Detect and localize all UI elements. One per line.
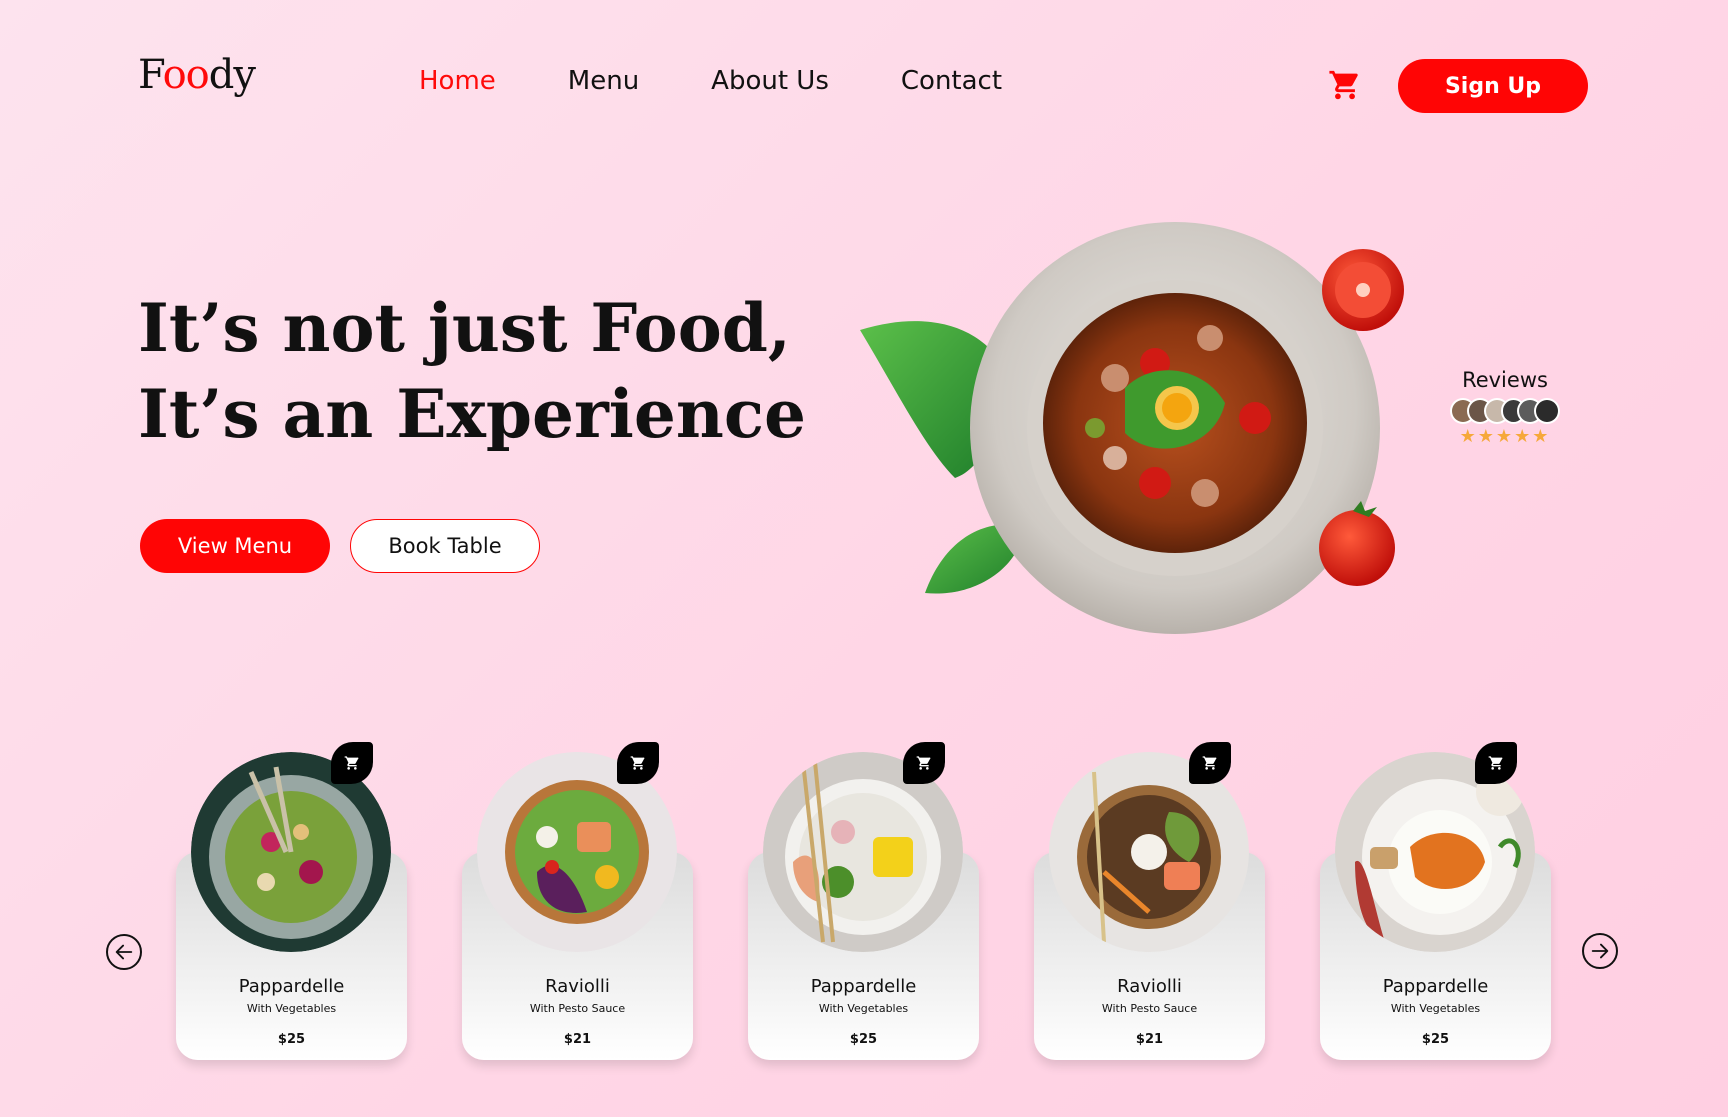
dish-image — [191, 752, 391, 952]
carousel-prev-button[interactable] — [106, 934, 142, 970]
hero-title: It’s not just Food, It’s an Experience — [138, 285, 806, 457]
product-subtitle: With Vegetables — [246, 1002, 337, 1015]
cart-icon — [1202, 756, 1217, 770]
hero-title-line-2: It’s an Experience — [138, 375, 806, 453]
carousel-next-button[interactable] — [1582, 933, 1618, 969]
product-price: $21 — [563, 1032, 592, 1047]
add-to-cart-button[interactable] — [1475, 742, 1517, 784]
arrow-right-icon — [1591, 943, 1609, 959]
arrow-left-icon — [115, 944, 133, 960]
product-card[interactable]: Pappardelle With Vegetables $25 — [1320, 742, 1551, 1060]
nav-contact-link[interactable]: Contact — [901, 66, 1002, 96]
product-subtitle: With Vegetables — [818, 1002, 909, 1015]
dish-image — [477, 752, 677, 952]
cart-icon — [630, 756, 645, 770]
reviews-label: Reviews — [1462, 368, 1548, 392]
product-name: Raviolli — [1117, 976, 1182, 997]
add-to-cart-button[interactable] — [1189, 742, 1231, 784]
product-subtitle: With Pesto Sauce — [529, 1002, 626, 1015]
view-menu-button[interactable]: View Menu — [140, 519, 330, 573]
product-card[interactable]: Raviolli With Pesto Sauce $21 — [462, 742, 693, 1060]
dish-image — [763, 752, 963, 952]
product-name: Raviolli — [545, 976, 610, 997]
nav-menu-link[interactable]: Menu — [568, 66, 639, 96]
product-price: $25 — [849, 1032, 878, 1047]
main-nav: Home Menu About Us Contact — [419, 66, 1002, 96]
add-to-cart-button[interactable] — [617, 742, 659, 784]
cart-icon — [916, 756, 931, 770]
product-name: Pappardelle — [238, 976, 345, 997]
logo-letter-f: F — [138, 52, 164, 98]
reviews-widget[interactable]: Reviews ★★★★★ — [1450, 368, 1560, 447]
brand-logo[interactable]: Foody — [138, 52, 256, 98]
tomato-shape — [1319, 510, 1395, 586]
dish-image — [1049, 752, 1249, 952]
avatar — [1534, 398, 1560, 424]
add-to-cart-button[interactable] — [331, 742, 373, 784]
cart-icon — [1488, 756, 1503, 770]
nav-about-link[interactable]: About Us — [711, 66, 829, 96]
hero-title-line-1: It’s not just Food, — [138, 289, 791, 367]
product-card[interactable]: Raviolli With Pesto Sauce $21 — [1034, 742, 1265, 1060]
logo-letters-dy: dy — [208, 52, 256, 98]
dish-image — [1335, 752, 1535, 952]
product-name: Pappardelle — [810, 976, 917, 997]
product-price: $21 — [1135, 1032, 1164, 1047]
product-subtitle: With Vegetables — [1390, 1002, 1481, 1015]
hero-soup-bowl-image — [860, 222, 1404, 634]
product-price: $25 — [277, 1032, 306, 1047]
sign-up-button[interactable]: Sign Up — [1398, 59, 1588, 113]
product-name: Pappardelle — [1382, 976, 1489, 997]
cart-icon — [344, 756, 359, 770]
product-card[interactable]: Pappardelle With Vegetables $25 — [176, 742, 407, 1060]
add-to-cart-button[interactable] — [903, 742, 945, 784]
product-carousel: Pappardelle With Vegetables $25 Raviolli… — [176, 742, 1551, 1060]
product-price: $25 — [1421, 1032, 1450, 1047]
logo-letters-oo: oo — [162, 52, 210, 98]
nav-home-link[interactable]: Home — [419, 66, 496, 96]
book-table-button[interactable]: Book Table — [350, 519, 540, 573]
rating-stars: ★★★★★ — [1459, 426, 1551, 447]
product-subtitle: With Pesto Sauce — [1101, 1002, 1198, 1015]
product-card[interactable]: Pappardelle With Vegetables $25 — [748, 742, 979, 1060]
reviewer-avatars — [1450, 398, 1560, 424]
cart-icon[interactable] — [1328, 68, 1362, 102]
